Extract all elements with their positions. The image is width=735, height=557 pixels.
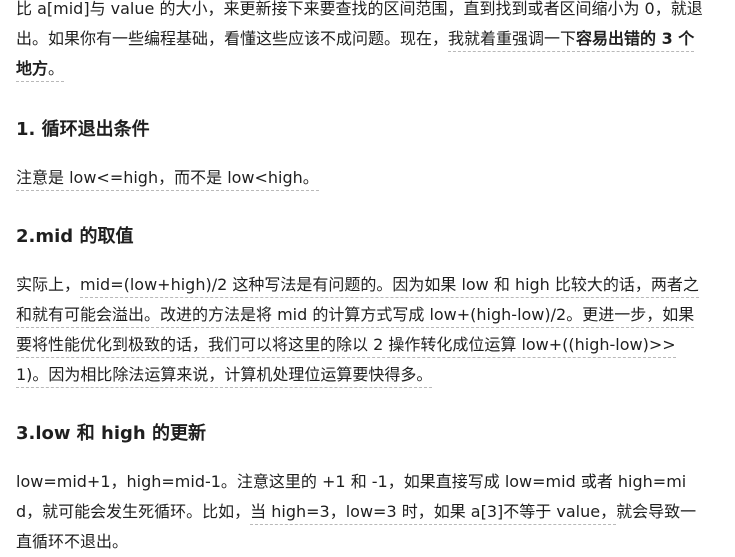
exit-condition-paragraph: 注意是 low<=high，而不是 low<high。 bbox=[16, 163, 706, 193]
intro-emphasis-lead: 我就着重强调一下 bbox=[448, 29, 577, 48]
section-heading-exit-condition: 1. 循环退出条件 bbox=[16, 119, 150, 140]
article-body: 比 a[mid]与 value 的大小，来更新接下来要查找的区间范围，直到找到或… bbox=[16, 0, 706, 557]
mid-value-lead: 实际上， bbox=[16, 275, 81, 294]
mid-value-underlined-text: mid=(low+high)/2 这种写法是有问题的。因为如果 low 和 hi… bbox=[16, 275, 699, 388]
intro-paragraph: 比 a[mid]与 value 的大小，来更新接下来要查找的区间范围，直到找到或… bbox=[16, 0, 706, 84]
section-heading-mid-value: 2.mid 的取值 bbox=[16, 226, 134, 247]
intro-period: 。 bbox=[48, 59, 65, 78]
low-high-update-underlined-text: 当 high=3，low=3 时，如果 a[3]不等于 value， bbox=[250, 502, 617, 525]
mid-value-paragraph: 实际上，mid=(low+high)/2 这种写法是有问题的。因为如果 low … bbox=[16, 270, 706, 390]
low-high-update-paragraph: low=mid+1，high=mid-1。注意这里的 +1 和 -1，如果直接写… bbox=[16, 467, 706, 557]
exit-condition-text: 注意是 low<=high，而不是 low<high。 bbox=[16, 168, 319, 191]
section-heading-low-high-update: 3.low 和 high 的更新 bbox=[16, 423, 207, 444]
